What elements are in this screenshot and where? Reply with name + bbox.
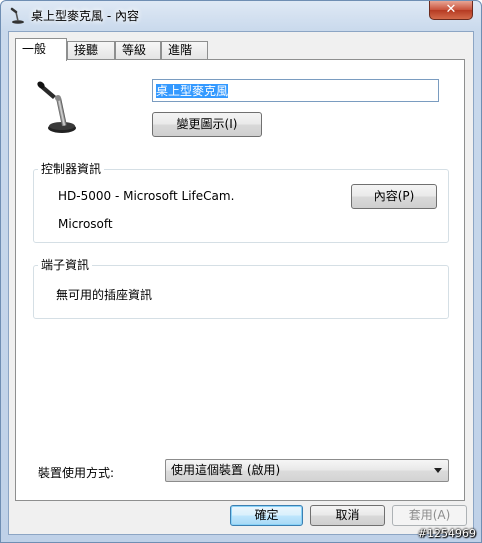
properties-window: 桌上型麥克風 - 內容 ✕ 一般 接聽 等級 進階 桌上型麥克風 變更圖示(I)… — [0, 0, 482, 543]
ok-button[interactable]: 確定 — [230, 505, 303, 526]
jack-info-title: 端子資訊 — [38, 257, 93, 273]
device-model-text: HD-5000 - Microsoft LifeCam. — [58, 189, 235, 203]
controller-info-group: 控制器資訊 HD-5000 - Microsoft LifeCam. Micro… — [33, 161, 449, 243]
microphone-icon — [10, 7, 24, 24]
properties-button[interactable]: 內容(P) — [351, 184, 437, 209]
jack-info-group: 端子資訊 無可用的插座資訊 — [33, 257, 449, 319]
tab-listen[interactable]: 接聽 — [67, 41, 115, 60]
device-name-selected-text: 桌上型麥克風 — [156, 84, 229, 98]
general-panel: 桌上型麥克風 變更圖示(I) 控制器資訊 HD-5000 - Microsoft… — [15, 59, 465, 501]
window-title: 桌上型麥克風 - 內容 — [31, 9, 139, 23]
apply-button[interactable]: 套用(A) — [392, 505, 467, 526]
change-icon-button[interactable]: 變更圖示(I) — [152, 112, 262, 137]
title-bar[interactable]: 桌上型麥克風 - 內容 ✕ — [1, 1, 481, 29]
watermark-text: #1254969 — [417, 527, 476, 540]
manufacturer-text: Microsoft — [58, 217, 113, 231]
tab-general[interactable]: 一般 — [15, 38, 67, 61]
close-button[interactable]: ✕ — [429, 1, 473, 20]
tab-advanced[interactable]: 進階 — [161, 41, 208, 60]
device-usage-selected: 使用這個裝置 (啟用) — [171, 463, 281, 477]
dialog-client: 一般 接聽 等級 進階 桌上型麥克風 變更圖示(I) 控制器資訊 HD-5000… — [8, 31, 474, 535]
tab-levels[interactable]: 等級 — [115, 41, 161, 60]
chevron-down-icon — [434, 468, 442, 473]
controller-info-title: 控制器資訊 — [38, 161, 105, 177]
device-usage-label: 裝置使用方式: — [38, 466, 115, 480]
cancel-button[interactable]: 取消 — [310, 505, 385, 526]
device-usage-select[interactable]: 使用這個裝置 (啟用) — [165, 459, 449, 482]
jack-info-text: 無可用的插座資訊 — [56, 288, 153, 302]
device-name-field[interactable]: 桌上型麥克風 — [152, 79, 439, 102]
microphone-icon — [37, 81, 76, 133]
close-icon: ✕ — [445, 2, 457, 17]
